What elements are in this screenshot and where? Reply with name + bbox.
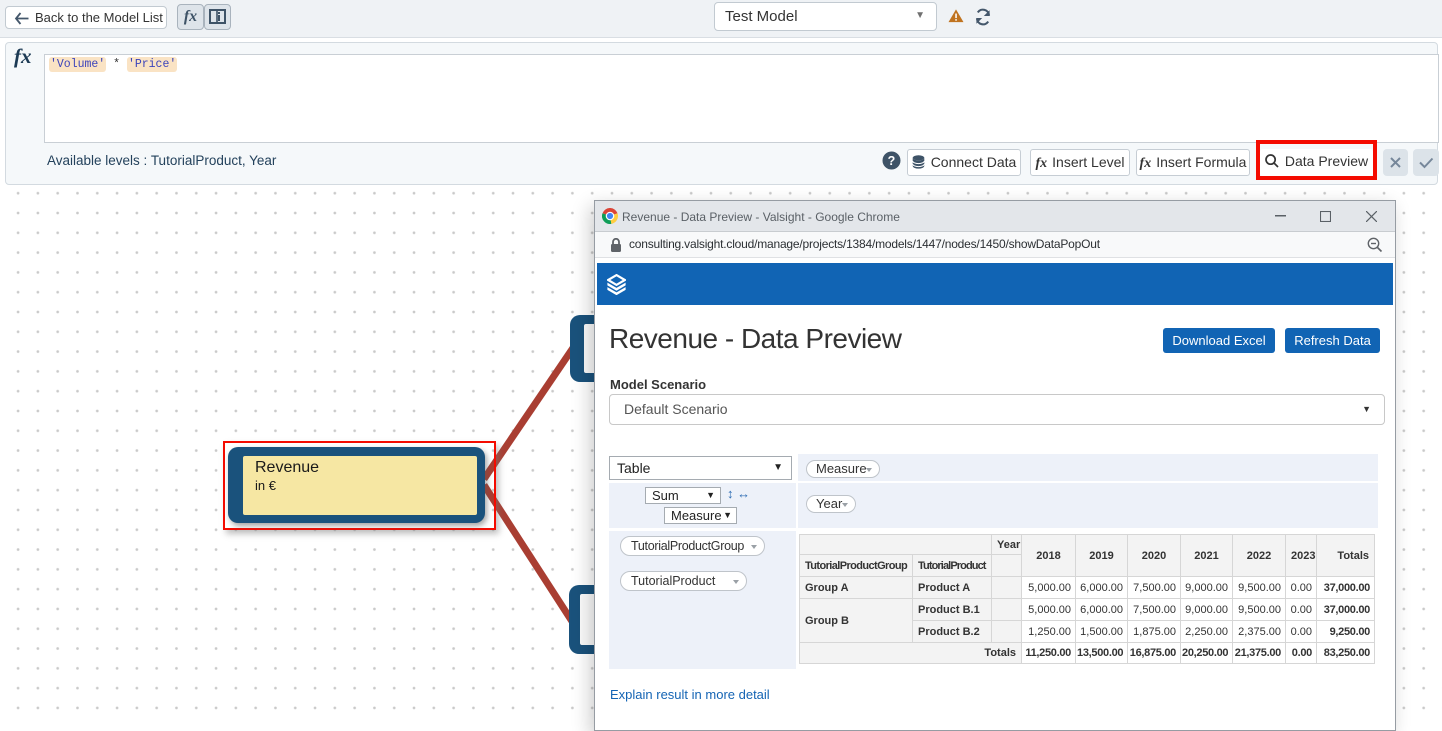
svg-text:?: ? (888, 154, 896, 168)
